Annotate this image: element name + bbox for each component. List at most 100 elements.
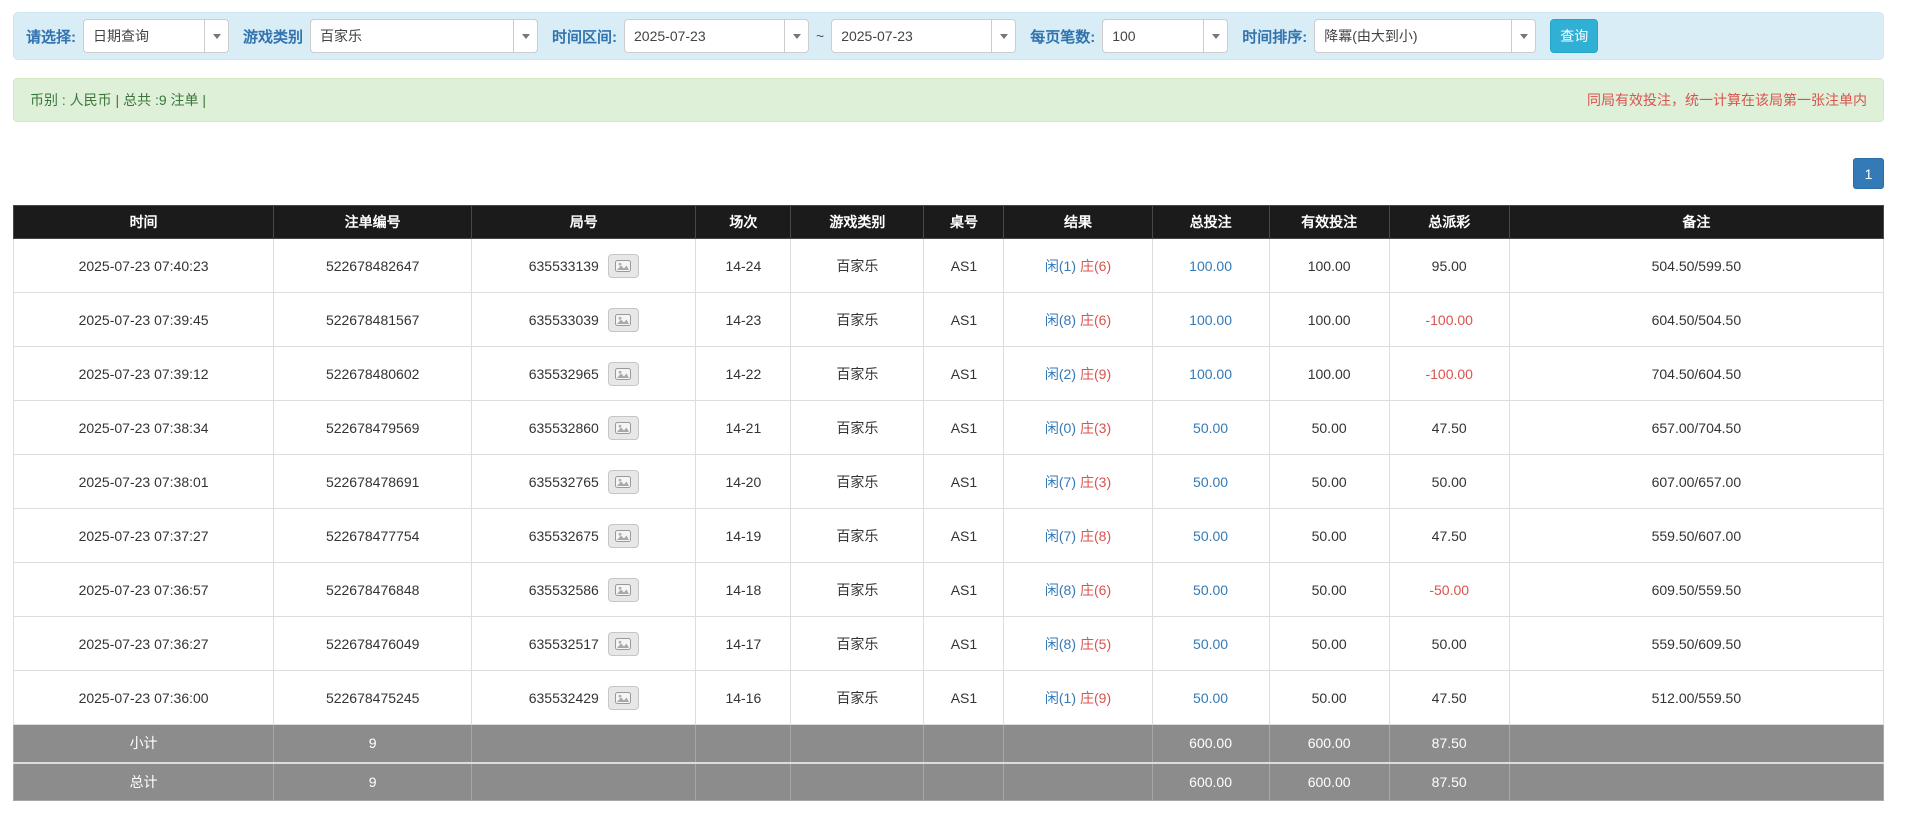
cell-total-bet: 100.00 — [1151, 292, 1270, 347]
total-bet-link[interactable]: 50.00 — [1193, 690, 1228, 706]
footer-cell-game-category — [790, 724, 925, 763]
date-to-select[interactable]: 2025-07-23 — [831, 19, 1017, 53]
chevron-down-icon — [1511, 20, 1535, 52]
table-row: 2025-07-23 07:36:57 522678476848 635532586… — [12, 562, 1885, 617]
cell-table-no: AS1 — [923, 346, 1005, 401]
round-result-image-icon — [615, 313, 632, 326]
cell-payout: 47.50 — [1388, 670, 1510, 725]
cell-round: 635532517 — [471, 616, 697, 671]
per-page-select[interactable]: 100 — [1102, 19, 1229, 53]
round-result-image-icon — [615, 637, 632, 650]
footer-cell-bet-id: 9 — [273, 761, 473, 801]
total-bet-link[interactable]: 50.00 — [1193, 528, 1228, 544]
round-result-image-icon — [615, 367, 632, 380]
view-round-result-button[interactable] — [607, 685, 639, 710]
header-remark: 备注 — [1508, 205, 1885, 239]
filter-bar: 请选择: 日期查询 游戏类别 百家乐 时间区间: 2025-07-23 ~ 20… — [13, 12, 1884, 60]
cell-result: 闲(7) 庄(3) — [1003, 454, 1153, 509]
total-bet-link[interactable]: 50.00 — [1193, 474, 1228, 490]
view-round-result-button[interactable] — [607, 415, 639, 440]
cell-table-no: AS1 — [923, 400, 1005, 455]
cell-time: 2025-07-23 07:36:27 — [12, 616, 275, 671]
cell-session: 14-19 — [695, 508, 792, 563]
result-player: 闲(1) — [1044, 257, 1076, 274]
cell-result: 闲(2) 庄(9) — [1003, 346, 1153, 401]
view-round-result-button[interactable] — [607, 307, 639, 332]
game-category-select[interactable]: 百家乐 — [310, 19, 539, 53]
total-bet-link[interactable]: 100.00 — [1189, 312, 1232, 328]
cell-payout: 95.00 — [1388, 238, 1510, 293]
cell-remark: 657.00/704.50 — [1508, 400, 1885, 455]
cell-payout: -100.00 — [1388, 346, 1510, 401]
total-bet-link[interactable]: 100.00 — [1189, 258, 1232, 274]
footer-cell-table-no — [923, 724, 1005, 763]
cell-total-bet: 100.00 — [1151, 238, 1270, 293]
chevron-down-icon — [991, 20, 1015, 52]
result-banker: 庄(5) — [1080, 635, 1112, 652]
cell-valid-bet: 50.00 — [1268, 670, 1390, 725]
cell-valid-bet: 100.00 — [1268, 238, 1390, 293]
cell-game-category: 百家乐 — [790, 292, 925, 347]
date-from-select[interactable]: 2025-07-23 — [624, 19, 810, 53]
cell-result: 闲(8) 庄(6) — [1003, 562, 1153, 617]
cell-bet-id: 522678476049 — [273, 616, 473, 671]
total-bet-link[interactable]: 100.00 — [1189, 366, 1232, 382]
query-type-select[interactable]: 日期查询 — [83, 19, 229, 53]
cell-total-bet: 50.00 — [1151, 400, 1270, 455]
round-wrap: 635532429 — [529, 685, 639, 710]
view-round-result-button[interactable] — [607, 469, 639, 494]
header-session: 场次 — [695, 205, 792, 239]
footer-cell-game-category — [790, 761, 925, 801]
round-number: 635532765 — [528, 473, 599, 490]
view-round-result-button[interactable] — [607, 361, 639, 386]
total-bet-link[interactable]: 50.00 — [1193, 420, 1228, 436]
result-player: 闲(1) — [1044, 689, 1076, 706]
cell-payout: 47.50 — [1388, 508, 1510, 563]
footer-cell-session — [695, 724, 792, 763]
view-round-result-button[interactable] — [607, 631, 639, 656]
cell-total-bet: 50.00 — [1151, 454, 1270, 509]
footer-cell-session — [695, 761, 792, 801]
date-from-value: 2025-07-23 — [634, 28, 706, 44]
time-sort-select[interactable]: 降冪(由大到小) — [1314, 19, 1537, 53]
round-number: 635532517 — [528, 635, 599, 652]
header-time: 时间 — [12, 205, 275, 239]
cell-time: 2025-07-23 07:37:27 — [12, 508, 275, 563]
time-sort-label: 时间排序: — [1242, 28, 1308, 46]
cell-valid-bet: 100.00 — [1268, 292, 1390, 347]
cell-bet-id: 522678475245 — [273, 670, 473, 725]
cell-bet-id: 522678480602 — [273, 346, 473, 401]
view-round-result-button[interactable] — [607, 577, 639, 602]
grand-total-row: 总计 9 600.00 600.00 87.50 — [12, 761, 1885, 801]
table-row: 2025-07-23 07:38:34 522678479569 635532860… — [12, 400, 1885, 455]
cell-result: 闲(8) 庄(6) — [1003, 292, 1153, 347]
cell-game-category: 百家乐 — [790, 346, 925, 401]
result-player: 闲(7) — [1044, 527, 1076, 544]
total-bet-link[interactable]: 50.00 — [1193, 582, 1228, 598]
cell-bet-id: 522678477754 — [273, 508, 473, 563]
cell-game-category: 百家乐 — [790, 238, 925, 293]
query-type-label: 请选择: — [26, 28, 76, 46]
game-category-label: 游戏类别 — [243, 28, 304, 46]
page-button-1[interactable]: 1 — [1853, 158, 1884, 189]
cell-remark: 609.50/559.50 — [1508, 562, 1885, 617]
summary-bar: 币别 : 人民币 | 总共 :9 注单 | 同局有效投注，统一计算在该局第一张注… — [13, 78, 1884, 122]
cell-total-bet: 50.00 — [1151, 616, 1270, 671]
view-round-result-button[interactable] — [607, 523, 639, 548]
footer-cell-total-bet: 600.00 — [1151, 761, 1270, 801]
cell-table-no: AS1 — [923, 238, 1005, 293]
search-button[interactable]: 查询 — [1550, 19, 1599, 53]
cell-session: 14-20 — [695, 454, 792, 509]
cell-remark: 704.50/604.50 — [1508, 346, 1885, 401]
cell-round: 635532765 — [471, 454, 697, 509]
header-round: 局号 — [471, 205, 697, 239]
table-row: 2025-07-23 07:37:27 522678477754 635532675… — [12, 508, 1885, 563]
footer-cell-total-bet: 600.00 — [1151, 724, 1270, 763]
table-row: 2025-07-23 07:36:27 522678476049 635532517… — [12, 616, 1885, 671]
time-range-label: 时间区间: — [552, 28, 618, 46]
per-page-value: 100 — [1112, 28, 1136, 44]
round-wrap: 635533039 — [529, 307, 639, 332]
view-round-result-button[interactable] — [607, 253, 639, 278]
total-bet-link[interactable]: 50.00 — [1193, 636, 1228, 652]
cell-bet-id: 522678481567 — [273, 292, 473, 347]
